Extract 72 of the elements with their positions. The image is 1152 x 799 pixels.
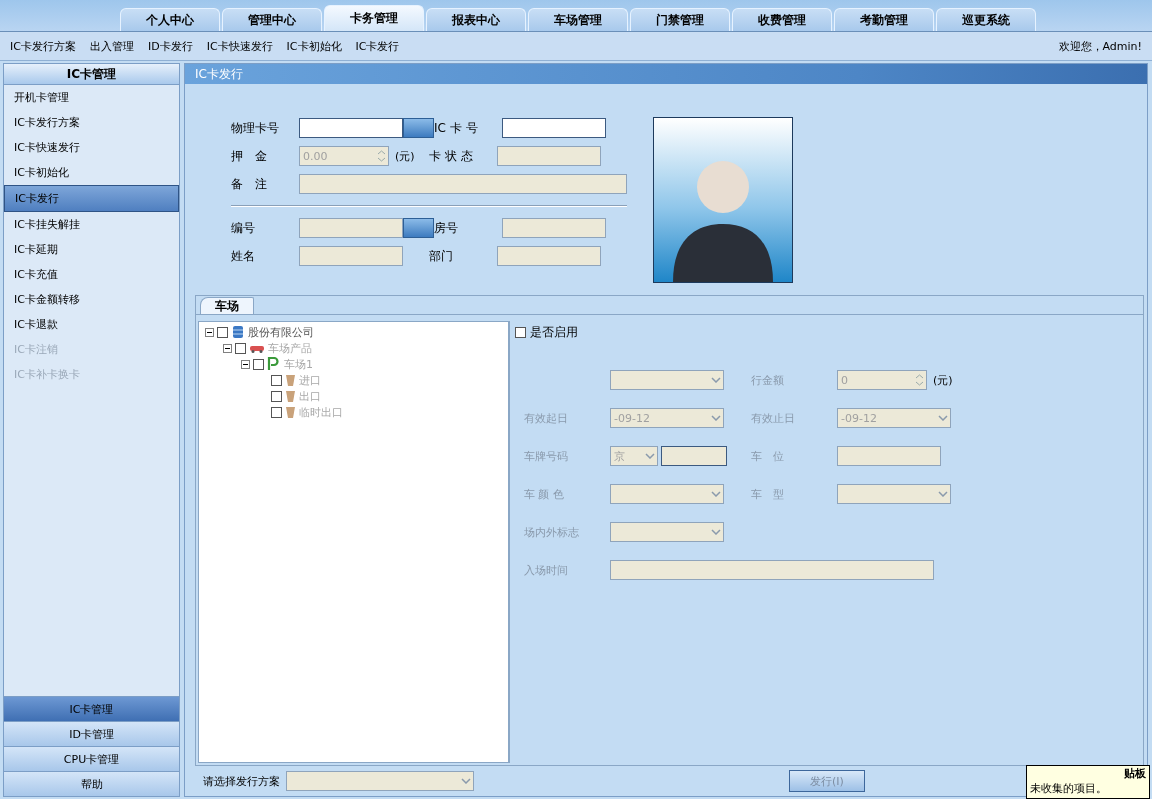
nav-tab[interactable]: 门禁管理 [630, 8, 730, 31]
sidebar-item[interactable]: IC卡充值 [4, 262, 179, 287]
group-tab[interactable]: 车场 [200, 297, 254, 314]
field-label: 编号 [231, 219, 256, 237]
field-label: IC 卡 号 [434, 119, 479, 137]
field-label: 行金额 [751, 372, 785, 388]
browse-button[interactable] [403, 118, 434, 138]
gate-icon [285, 405, 296, 419]
sidebar-item[interactable]: IC卡退款 [4, 312, 179, 337]
checkbox[interactable] [515, 326, 526, 338]
menu-link[interactable]: IC卡快速发行 [206, 38, 273, 54]
nav-tab[interactable]: 报表中心 [426, 8, 526, 31]
database-icon [231, 325, 245, 339]
nav-section-button[interactable]: CPU卡管理 [4, 746, 179, 771]
nav-section-button[interactable]: 帮助 [4, 771, 179, 796]
spinner-arrows-icon [376, 149, 386, 163]
sidebar-item[interactable]: IC卡挂失解挂 [4, 212, 179, 237]
menu-link[interactable]: IC卡初始化 [286, 38, 342, 54]
nav-tab[interactable]: 车场管理 [528, 8, 628, 31]
gate-icon [285, 373, 296, 387]
field-label: 房号 [434, 219, 459, 237]
unit-label: (元) [395, 148, 415, 164]
sidebar-item[interactable]: IC卡发行 [4, 185, 179, 212]
checkbox[interactable] [217, 326, 228, 338]
nav-tab[interactable]: 考勤管理 [834, 8, 934, 31]
field-label: 备 注 [231, 175, 268, 193]
nav-tab[interactable]: 管理中心 [222, 8, 322, 31]
field-label: 请选择发行方案 [203, 773, 280, 789]
panel-title: IC卡发行 [185, 64, 1147, 84]
sidebar-item[interactable]: IC卡金额转移 [4, 287, 179, 312]
sidebar-item[interactable]: IC卡快速发行 [4, 135, 179, 160]
field-label: 物理卡号 [231, 119, 280, 137]
menu-link[interactable]: ID卡发行 [147, 38, 193, 54]
welcome-text: 欢迎您，Admin! [1058, 38, 1142, 54]
collapse-toggle-icon[interactable] [205, 327, 214, 337]
field-label: 车 颜 色 [524, 486, 565, 502]
sidebar-item[interactable]: IC卡初始化 [4, 160, 179, 185]
tooltip-message: 未收集的项目。 [1030, 781, 1108, 796]
sidebar-item[interactable]: IC卡发行方案 [4, 110, 179, 135]
checkbox-label: 是否启用 [530, 323, 578, 341]
nav-tab[interactable]: 个人中心 [120, 8, 220, 31]
field-label: 姓名 [231, 247, 256, 265]
parking-icon [267, 357, 281, 371]
menu-link[interactable]: IC卡发行 [355, 38, 400, 54]
tooltip-title: 贴板 [1124, 766, 1146, 781]
text-field[interactable] [299, 118, 403, 138]
unit-label: (元) [933, 372, 953, 388]
menu-link[interactable]: IC卡发行方案 [10, 38, 76, 54]
field-label: 卡 状 态 [429, 147, 474, 165]
nav-tab[interactable]: 卡务管理 [324, 5, 424, 31]
sidebar-item[interactable]: IC卡延期 [4, 237, 179, 262]
nav-section-button[interactable]: IC卡管理 [4, 696, 179, 721]
nav-tab[interactable]: 收费管理 [732, 8, 832, 31]
sidebar-item[interactable]: 开机卡管理 [4, 85, 179, 110]
field-label: 部门 [429, 247, 454, 265]
field-label: 押 金 [231, 147, 268, 165]
spinner-arrows-icon [914, 373, 924, 387]
text-field[interactable] [502, 118, 606, 138]
gate-icon [285, 389, 296, 403]
field-label: 入场时间 [524, 562, 569, 578]
menu-link[interactable]: 出入管理 [89, 38, 134, 54]
field-label: 车 位 [751, 448, 785, 464]
field-label: 有效起日 [524, 410, 569, 426]
tree-item[interactable]: 股份有限公司 [248, 324, 314, 340]
text-field[interactable] [661, 446, 727, 466]
nav-tab[interactable]: 巡更系统 [936, 8, 1036, 31]
field-label: 场内外标志 [524, 524, 580, 540]
sidebar-title: IC卡管理 [4, 64, 179, 85]
browse-button[interactable] [403, 218, 434, 238]
car-icon [249, 343, 265, 353]
nav-section-button[interactable]: ID卡管理 [4, 721, 179, 746]
field-label: 车 型 [751, 486, 785, 502]
